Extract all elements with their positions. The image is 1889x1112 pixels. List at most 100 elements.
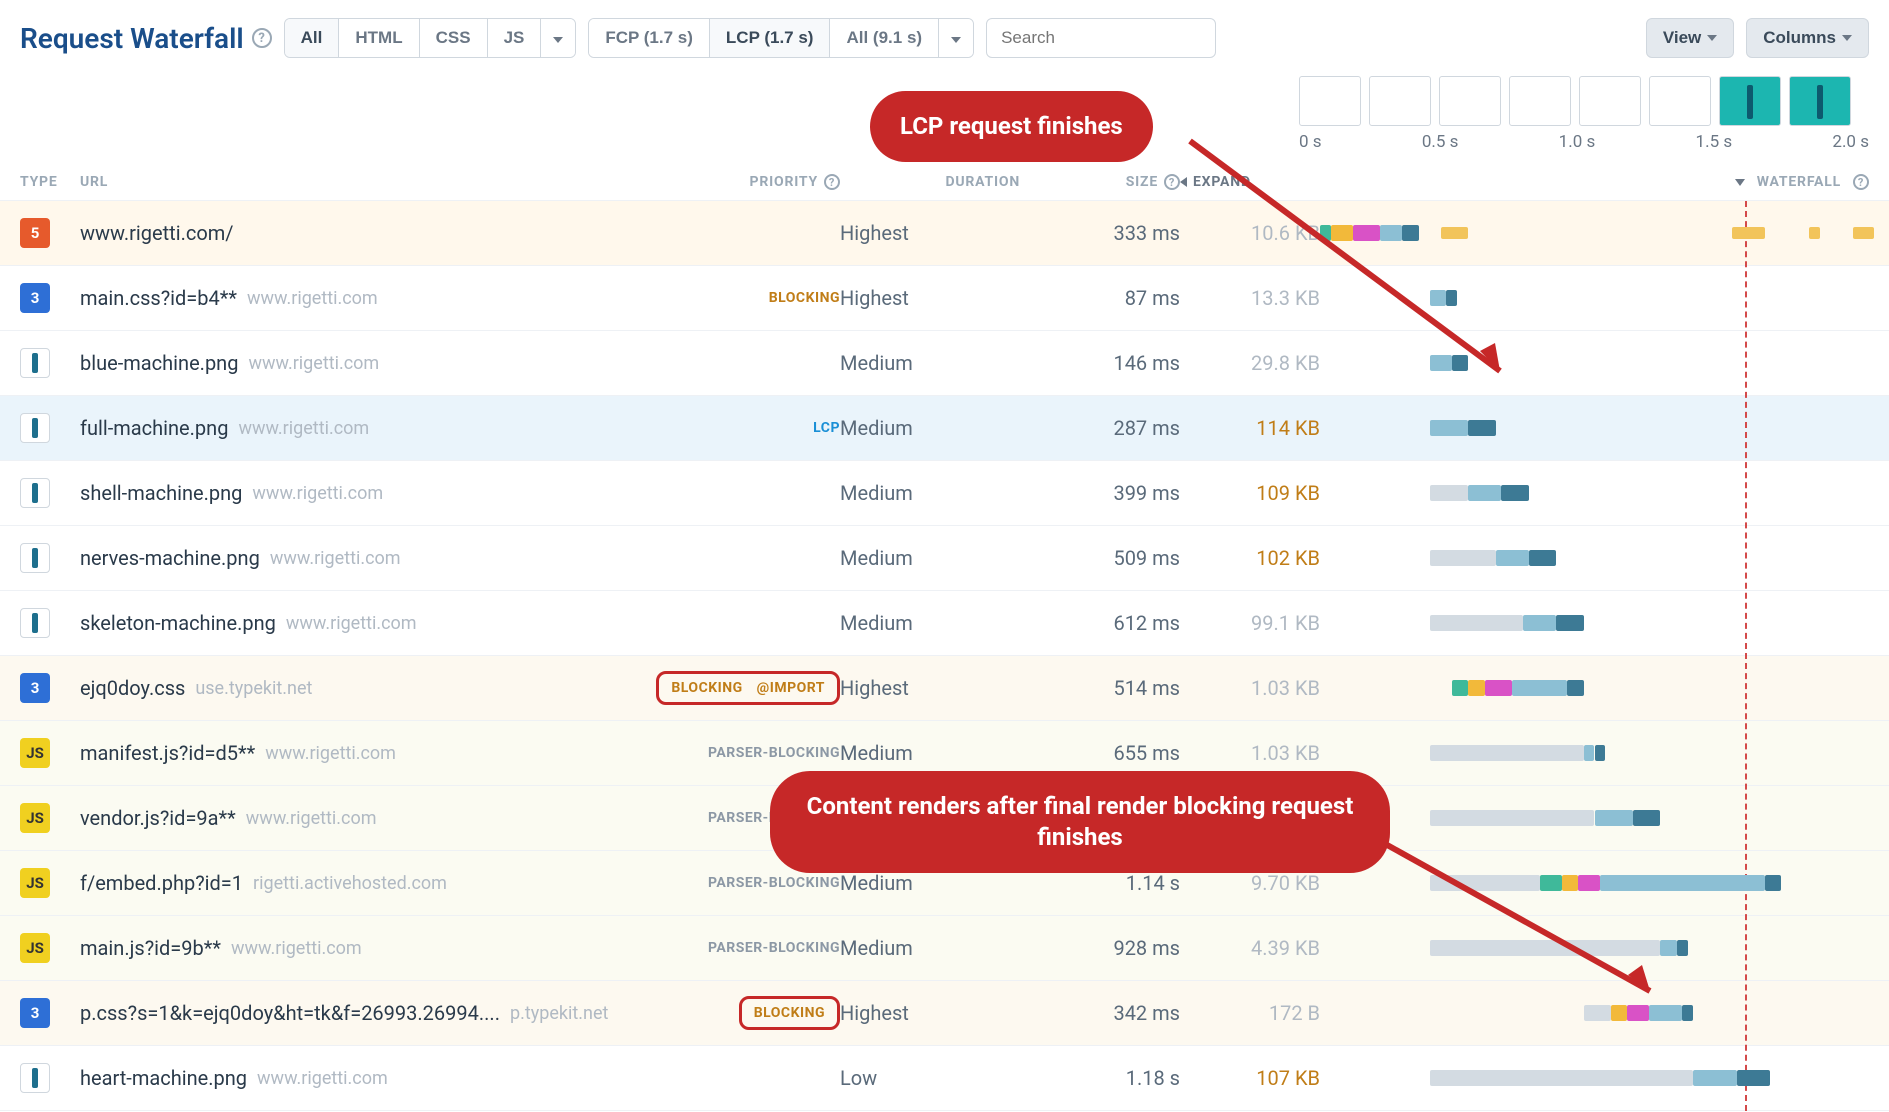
css-icon: 3 xyxy=(20,673,50,703)
size-value: 99.1 KB xyxy=(1180,611,1320,635)
filter-html[interactable]: HTML xyxy=(339,19,419,57)
duration-value: 655 ms xyxy=(1020,741,1180,765)
tag-blocking: BLOCKING xyxy=(671,680,742,696)
metric-more[interactable] xyxy=(939,19,973,57)
priority-value: Medium xyxy=(840,546,1020,570)
header-size[interactable]: SIZE? xyxy=(1020,174,1180,190)
request-row[interactable]: skeleton-machine.pngwww.rigetti.comMediu… xyxy=(0,591,1889,656)
arrow-left-icon xyxy=(1180,177,1187,187)
js-icon: JS xyxy=(20,738,50,768)
bar-wait xyxy=(1430,485,1468,501)
waterfall-cell[interactable] xyxy=(1320,670,1869,706)
bar-wait xyxy=(1430,1070,1694,1086)
annotation-arrow xyxy=(1190,141,1530,401)
bar-wait xyxy=(1430,745,1584,761)
bar-dl xyxy=(1633,810,1660,826)
bar-ttfb xyxy=(1496,550,1529,566)
request-row[interactable]: 5www.rigetti.com/Highest333 ms10.6 KB xyxy=(0,201,1889,266)
filmstrip-frame[interactable] xyxy=(1439,76,1501,126)
bar-ssl xyxy=(1485,680,1512,696)
waterfall-cell[interactable] xyxy=(1320,735,1869,771)
header-type[interactable]: TYPE xyxy=(20,174,80,190)
header-priority[interactable]: PRIORITY? xyxy=(640,174,840,190)
header-duration[interactable]: DURATION xyxy=(840,174,1020,190)
request-row[interactable]: nerves-machine.pngwww.rigetti.comMedium5… xyxy=(0,526,1889,591)
filmstrip-frame[interactable] xyxy=(1509,76,1571,126)
tags: BLOCKING@IMPORT xyxy=(656,671,840,705)
priority-value: Highest xyxy=(840,1001,1020,1025)
filmstrip-frame[interactable] xyxy=(1579,76,1641,126)
duration-value: 399 ms xyxy=(1020,481,1180,505)
bar-ttfb xyxy=(1512,680,1567,696)
help-icon[interactable]: ? xyxy=(1164,174,1180,190)
filmstrip-frame[interactable] xyxy=(1789,76,1851,126)
view-button[interactable]: View xyxy=(1646,18,1734,58)
url-cell: nerves-machine.pngwww.rigetti.com xyxy=(80,546,640,570)
url-cell: ejq0doy.cssuse.typekit.net xyxy=(80,676,640,700)
url-cell: heart-machine.pngwww.rigetti.com xyxy=(80,1066,640,1090)
img-icon xyxy=(20,413,50,443)
bar-ttfb xyxy=(1595,810,1633,826)
chevron-down-icon xyxy=(553,37,563,43)
js-icon: JS xyxy=(20,868,50,898)
url-cell: skeleton-machine.pngwww.rigetti.com xyxy=(80,611,640,635)
request-row[interactable]: blue-machine.pngwww.rigetti.comMedium146… xyxy=(0,331,1889,396)
header-url[interactable]: URL xyxy=(80,174,640,190)
page-title: Request Waterfall ? xyxy=(20,22,272,55)
bar-wait xyxy=(1430,615,1523,631)
img-icon xyxy=(20,478,50,508)
help-icon[interactable]: ? xyxy=(1853,174,1869,190)
size-value: 1.03 KB xyxy=(1180,741,1320,765)
filmstrip-frame[interactable] xyxy=(1299,76,1361,126)
bar-gap xyxy=(1809,227,1820,239)
bar-dl xyxy=(1567,680,1583,696)
duration-value: 1.18 s xyxy=(1020,1066,1180,1090)
filmstrip-frame[interactable] xyxy=(1369,76,1431,126)
bar-gap xyxy=(1732,227,1765,239)
filmstrip-frame[interactable] xyxy=(1649,76,1711,126)
metric-all[interactable]: All (9.1 s) xyxy=(830,19,939,57)
waterfall-cell[interactable] xyxy=(1320,800,1869,836)
request-row[interactable]: 3 ejq0doy.cssuse.typekit.net BLOCKING@IMPO… xyxy=(0,656,1889,721)
request-list: LCP request finishes Content renders aft… xyxy=(0,201,1889,1111)
search-input[interactable] xyxy=(986,18,1216,58)
size-value: 107 KB xyxy=(1180,1066,1320,1090)
duration-value: 928 ms xyxy=(1020,936,1180,960)
size-value: 102 KB xyxy=(1180,546,1320,570)
filmstrip-frame[interactable] xyxy=(1719,76,1781,126)
request-row[interactable]: shell-machine.pngwww.rigetti.comMedium39… xyxy=(0,461,1889,526)
bar-ttfb xyxy=(1693,1070,1737,1086)
waterfall-cell[interactable] xyxy=(1320,540,1869,576)
bar-dl xyxy=(1529,550,1556,566)
columns-button[interactable]: Columns xyxy=(1746,18,1869,58)
filter-more[interactable] xyxy=(541,19,575,57)
filter-css[interactable]: CSS xyxy=(420,19,488,57)
help-icon[interactable]: ? xyxy=(252,28,272,48)
waterfall-cell[interactable] xyxy=(1320,605,1869,641)
metric-fcp[interactable]: FCP (1.7 s) xyxy=(589,19,710,57)
duration-value: 287 ms xyxy=(1020,416,1180,440)
url-cell: p.css?s=1&k=ejq0doy&ht=tk&f=26993.26994.… xyxy=(80,1001,640,1025)
request-row[interactable]: 3main.css?id=b4**www.rigetti.comBLOCKING… xyxy=(0,266,1889,331)
annotation-lcp-finish: LCP request finishes xyxy=(870,91,1153,162)
filter-all[interactable]: All xyxy=(285,19,340,57)
waterfall-cell[interactable] xyxy=(1320,475,1869,511)
bar-gap xyxy=(1853,227,1875,239)
waterfall-cell[interactable] xyxy=(1320,410,1869,446)
metric-lcp[interactable]: LCP (1.7 s) xyxy=(710,19,831,57)
priority-value: Highest xyxy=(840,286,1020,310)
size-value: 4.39 KB xyxy=(1180,936,1320,960)
request-row[interactable]: full-machine.pngwww.rigetti.comLCPMedium… xyxy=(0,396,1889,461)
bar-dl xyxy=(1595,745,1606,761)
bar-dl xyxy=(1468,420,1495,436)
bar-wait xyxy=(1430,550,1496,566)
waterfall-cell[interactable] xyxy=(1320,1060,1869,1096)
filter-js[interactable]: JS xyxy=(488,19,542,57)
request-row[interactable]: heart-machine.pngwww.rigetti.comLow1.18 … xyxy=(0,1046,1889,1111)
chevron-down-icon xyxy=(1707,35,1717,41)
bar-dns xyxy=(1452,680,1468,696)
filmstrip xyxy=(1299,76,1869,126)
duration-value: 612 ms xyxy=(1020,611,1180,635)
bar-ttfb xyxy=(1430,420,1468,436)
help-icon[interactable]: ? xyxy=(824,174,840,190)
